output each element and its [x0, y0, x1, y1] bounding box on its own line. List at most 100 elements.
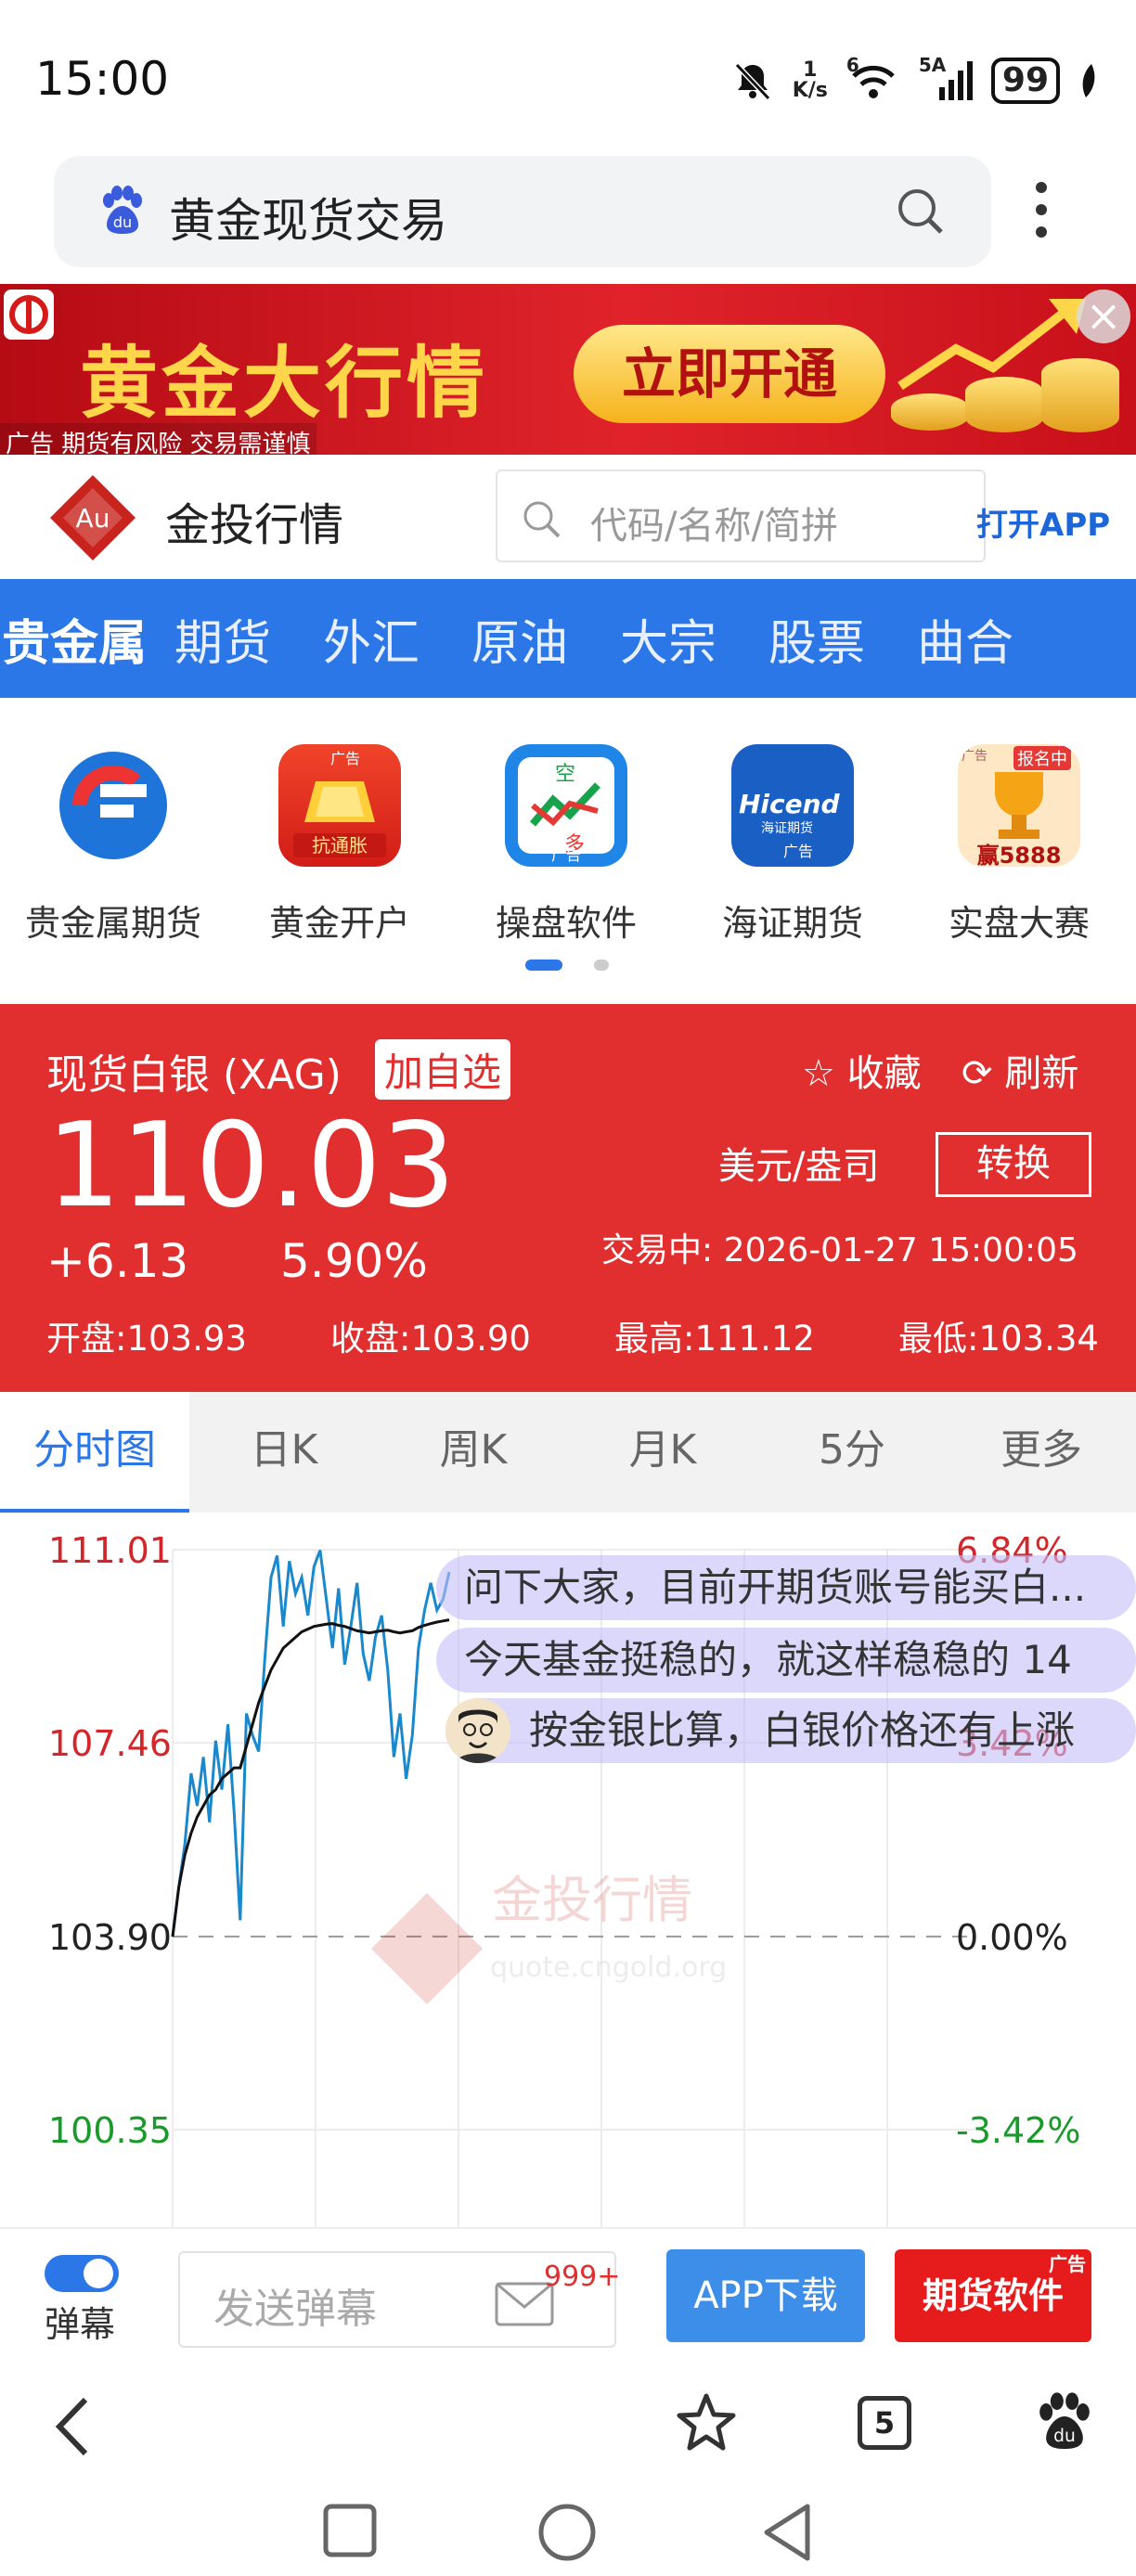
price-unit: 美元/盎司 — [718, 1145, 880, 1188]
high-price: 最高:111.12 — [614, 1319, 815, 1359]
app-ad-trading-software[interactable]: 空 多 广告 操盘软件 — [453, 744, 679, 946]
nav-item-crude-oil[interactable]: 原油 — [445, 604, 594, 674]
star-icon[interactable] — [674, 2390, 739, 2455]
baidu-paw-icon: du — [103, 186, 142, 234]
y-tick-label-left: 103.90 — [48, 1917, 172, 1958]
nav-item-commodities[interactable]: 大宗 — [594, 604, 742, 674]
message-count-badge: 999+ — [544, 2260, 621, 2293]
carousel-pager — [525, 960, 614, 972]
precious-metal-futures-icon — [52, 744, 174, 867]
intraday-chart: 金投行情 quote.cngold.org 111.01 107.46 103.90… — [0, 1513, 1136, 2227]
y-tick-label-left: 107.46 — [48, 1723, 172, 1764]
futures-software-button[interactable]: 期货软件 广告 — [895, 2249, 1091, 2342]
convert-button[interactable]: 转换 — [936, 1132, 1091, 1197]
tabs-icon[interactable]: 5 — [858, 2396, 911, 2450]
quote-panel: 现货白银 (XAG) 加自选 ☆ 收藏 ⟳ 刷新 110.03 美元/盎司 转换… — [0, 1004, 1136, 1392]
danmu-toggle[interactable] — [45, 2255, 119, 2292]
danmu-toggle-label: 弹幕 — [45, 2304, 116, 2345]
nav-item-more-cut[interactable]: 曲合 — [891, 604, 1039, 674]
refresh-icon: ⟳ — [962, 1052, 993, 1095]
baidu-paw-icon[interactable]: du — [1032, 2389, 1097, 2457]
banner-open-button[interactable]: 立即开通 — [574, 325, 885, 423]
hicend-icon: Hicend 海证期货 广告 — [731, 744, 854, 867]
y-axis-left: 111.01 107.46 103.90 100.35 — [48, 1530, 172, 2151]
trading-status: 交易中: 2026-01-27 15:00:05 — [601, 1231, 1078, 1269]
nav-item-futures[interactable]: 期货 — [148, 604, 297, 674]
open-app-button[interactable]: 打开APP — [976, 499, 1110, 545]
watermark-text: 金投行情 — [492, 1871, 692, 1929]
low-price: 最低:103.34 — [898, 1319, 1099, 1359]
app-ad-hicend-futures[interactable]: Hicend 海证期货 广告 海证期货 — [679, 744, 906, 946]
tab-5min[interactable]: 5分 — [757, 1392, 947, 1513]
search-bar[interactable]: du 黄金现货交易 — [54, 156, 991, 267]
recents-icon[interactable] — [321, 2502, 379, 2559]
refresh-button[interactable]: ⟳ 刷新 — [962, 1043, 1078, 1097]
svg-text:Au: Au — [76, 503, 110, 534]
category-nav: 贵金属 期货 外汇 原油 大宗 股票 曲合 — [0, 579, 1136, 698]
danmu-toolbar: 弹幕 发送弹幕 999+ APP下载 期货软件 广告 — [0, 2227, 1136, 2363]
y-tick-label-left: 111.01 — [48, 1530, 172, 1571]
leaf-icon — [1082, 64, 1095, 97]
gold-bar-icon: 抗通胀 广告 — [278, 744, 401, 867]
nav-item-precious-metals[interactable]: 贵金属 — [0, 604, 148, 674]
star-icon: ☆ — [802, 1052, 835, 1095]
status-icons: 1 K/s 6 5A 99 — [731, 54, 1099, 104]
tab-daily-k[interactable]: 日K — [189, 1392, 379, 1513]
net-speed: 1 K/s — [792, 58, 828, 102]
instrument-name: 现货白银 (XAG) — [46, 1051, 342, 1099]
home-icon[interactable] — [536, 2502, 598, 2563]
site-logo[interactable]: Au — [46, 471, 139, 564]
search-icon — [523, 501, 561, 538]
more-menu-icon[interactable] — [1030, 182, 1052, 247]
site-header: Au 金投行情 代码/名称/简拼 打开APP — [0, 455, 1136, 579]
trophy-icon: 报名中 广告 赢5888 — [958, 744, 1080, 867]
banner-title: 黄金大行情 — [80, 338, 489, 429]
svg-text:du: du — [113, 213, 132, 231]
danmu-input[interactable]: 发送弹幕 999+ — [178, 2251, 620, 2348]
danmu-message: 按金银比算，白银价格还有上涨 — [445, 1698, 1136, 1763]
up-trend-arrow-icon — [897, 299, 1086, 391]
app-ad-live-contest[interactable]: 报名中 广告 赢5888 实盘大赛 — [906, 744, 1132, 946]
chart-tabs: 分时图 日K 周K 月K 5分 更多 — [0, 1392, 1136, 1513]
nav-item-stocks[interactable]: 股票 — [742, 604, 891, 674]
ad-banner[interactable]: 黄金大行情 立即开通 广告 期货有风险 交易需谨慎 — [0, 284, 1136, 455]
tab-intraday[interactable]: 分时图 — [0, 1392, 189, 1513]
status-bar: 15:00 1 K/s 6 5A 99 — [0, 0, 1136, 148]
favorite-button[interactable]: ☆ 收藏 — [802, 1043, 922, 1097]
site-name: 金投行情 — [165, 499, 344, 551]
price-change: +6.13 — [46, 1234, 189, 1288]
app-ad-precious-metal-futures[interactable]: 贵金属期货 — [0, 744, 226, 946]
app-download-button[interactable]: APP下载 — [666, 2249, 865, 2342]
trading-software-icon: 空 多 广告 — [505, 744, 627, 867]
back-triangle-icon[interactable] — [759, 2502, 817, 2563]
app-ad-row: 贵金属期货 抗通胀 广告 黄金开户 空 多 广告 操盘软件 Hicend 海证期… — [0, 698, 1136, 1004]
search-icon[interactable] — [893, 184, 949, 239]
site-search-input[interactable]: 代码/名称/简拼 — [496, 470, 986, 562]
site-search-placeholder: 代码/名称/简拼 — [590, 505, 838, 547]
signal-icon: 5A — [919, 54, 973, 102]
wifi-icon: 6 — [846, 54, 900, 102]
price-change-pct: 5.90% — [280, 1234, 428, 1288]
nav-item-forex[interactable]: 外汇 — [297, 604, 445, 674]
danmu-avatar — [445, 1698, 510, 1763]
y-tick-label-left: 100.35 — [48, 2110, 172, 2151]
mute-bell-icon — [734, 62, 770, 101]
tab-weekly-k[interactable]: 周K — [379, 1392, 568, 1513]
app-ad-gold-account[interactable]: 抗通胀 广告 黄金开户 — [226, 744, 453, 946]
system-nav — [0, 2483, 1136, 2576]
add-watchlist-button[interactable]: 加自选 — [375, 1039, 511, 1100]
close-icon[interactable]: × — [1077, 290, 1130, 343]
y-tick-label-right: -3.42% — [956, 2110, 1080, 2151]
danmu-message: 今天基金挺稳的，就这样稳稳的 14 — [436, 1628, 1136, 1693]
search-query[interactable]: 黄金现货交易 — [169, 184, 447, 251]
banner-disclaimer: 广告 期货有风险 交易需谨慎 — [0, 423, 316, 455]
close-price: 收盘:103.90 — [330, 1319, 531, 1359]
open-price: 开盘:103.93 — [46, 1319, 247, 1359]
tab-monthly-k[interactable]: 月K — [568, 1392, 757, 1513]
danmu-message: 问下大家，目前开期货账号能买白... — [436, 1555, 1136, 1620]
y-tick-label-right: 0.00% — [956, 1917, 1068, 1958]
danmu-placeholder: 发送弹幕 — [213, 2286, 377, 2333]
back-icon[interactable] — [48, 2394, 104, 2459]
tab-more[interactable]: 更多 — [947, 1392, 1136, 1513]
browser-nav: 5 du — [0, 2363, 1136, 2483]
